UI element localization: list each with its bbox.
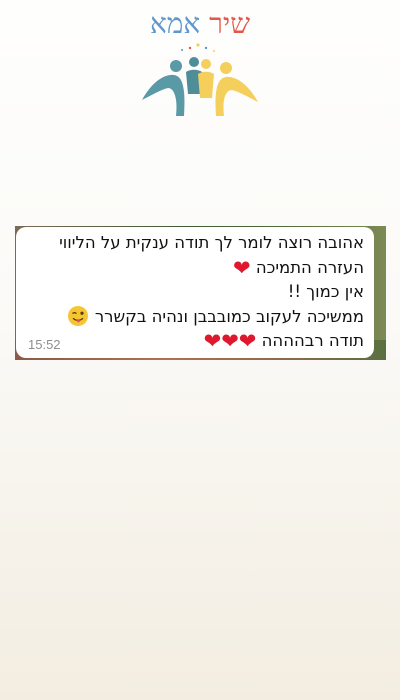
message-line-3: אין כמוך !! <box>287 282 364 301</box>
logo-word-shir: שיר <box>209 7 251 40</box>
message-text: אהובה רוצה לומר לך תודה ענקית על הליווי … <box>26 231 364 354</box>
family-figures-icon <box>142 43 258 116</box>
message-line-2: העזרה התמיכה ❤ <box>232 255 364 280</box>
logo-wordmark: שיר אמא <box>138 6 262 42</box>
message-bubble[interactable]: אהובה רוצה לומר לך תודה ענקית על הליווי … <box>16 227 374 358</box>
message-timestamp: 15:52 <box>28 337 61 352</box>
heart-icon: ❤ <box>238 329 257 353</box>
heart-icon: ❤ <box>203 329 222 353</box>
message-line-4: ממשיכה לעקוב כמובבבן ונהיה בקשרר <box>26 305 364 330</box>
app-logo: שיר אמא <box>138 6 262 118</box>
winking-face-tongue-icon <box>67 305 88 326</box>
heart-icon: ❤ <box>232 255 251 280</box>
heart-icon: ❤ <box>221 329 239 353</box>
logo-word-ima: אמא <box>149 7 201 40</box>
message-line-5: תודה רבהההה ❤❤❤ <box>203 329 364 353</box>
message-line-1: אהובה רוצה לומר לך תודה ענקית על הליווי <box>59 233 364 252</box>
